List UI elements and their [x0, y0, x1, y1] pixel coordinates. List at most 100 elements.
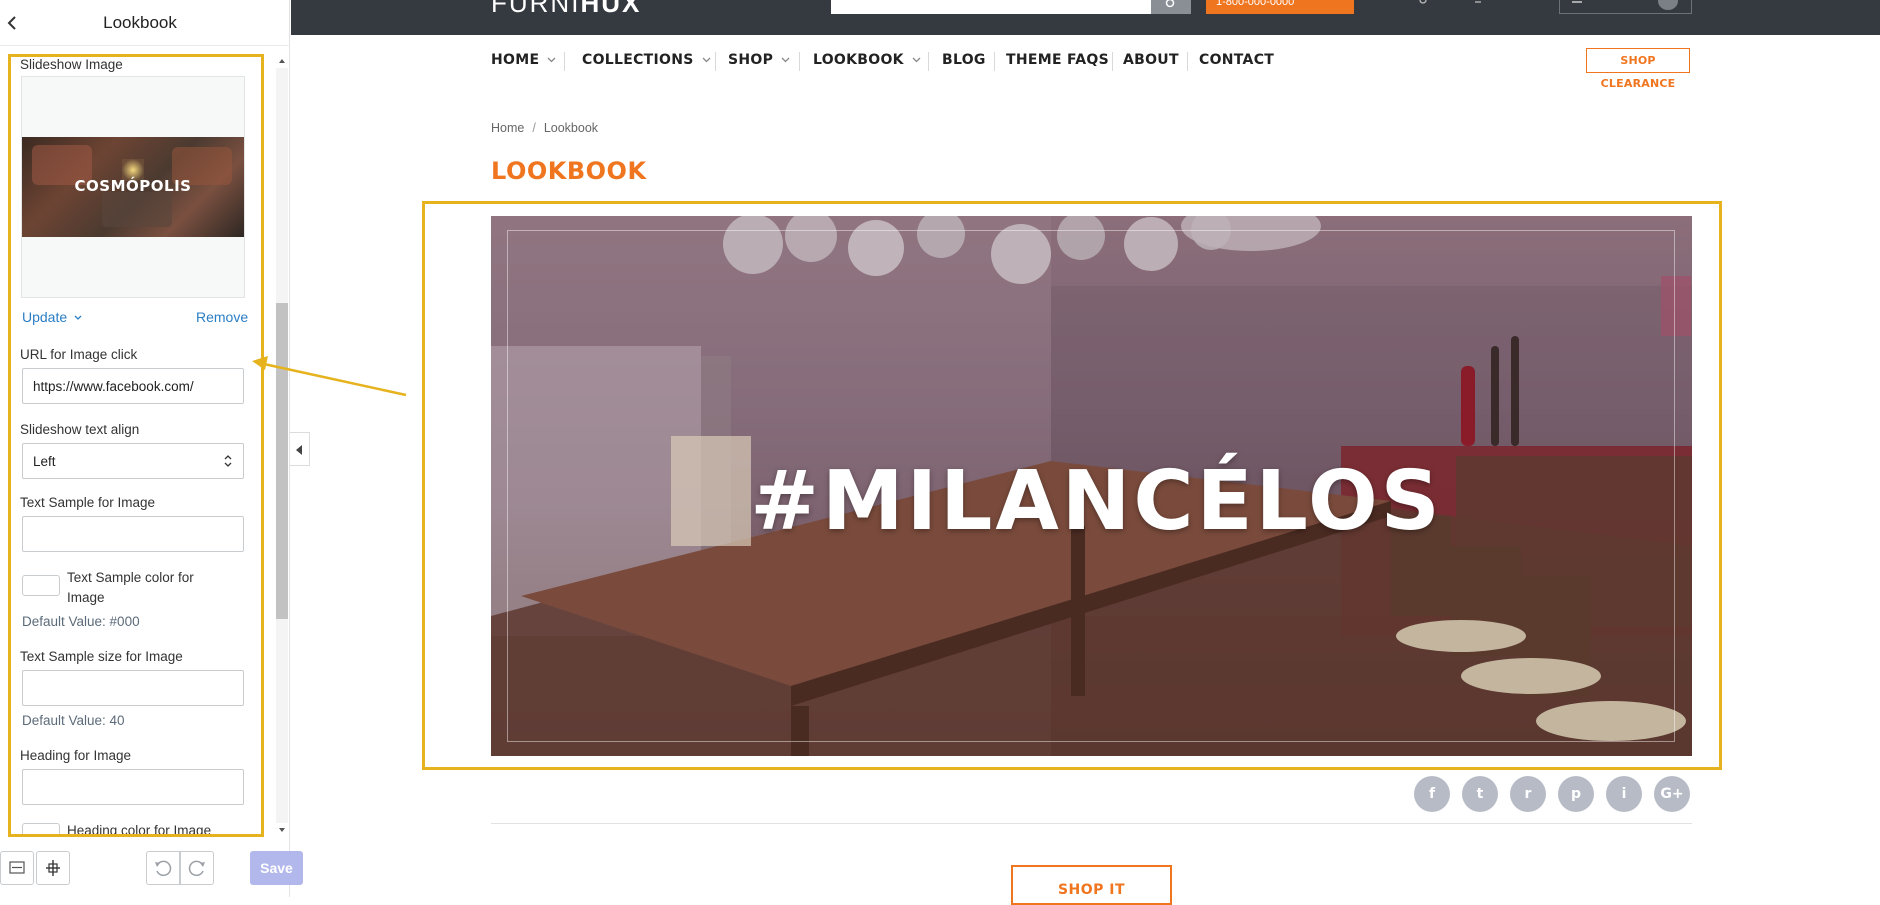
slideshow-settings-panel: Slideshow Image COSMÓPOLIS Update Remove… — [8, 54, 264, 837]
nav-item-blog[interactable]: BLOG — [942, 52, 986, 68]
text-color-label: Text Sample color for Image — [67, 570, 194, 605]
nav-item-theme-faqs[interactable]: THEME FAQS — [1006, 52, 1109, 68]
sidebar-header: Lookbook — [0, 0, 290, 46]
nav-divider — [928, 52, 929, 71]
scroll-down-icon[interactable] — [277, 825, 287, 835]
nav-divider — [1112, 52, 1113, 71]
breadcrumb-separator: / — [532, 121, 536, 135]
redo-icon — [188, 860, 205, 877]
chevron-down-icon — [912, 57, 921, 63]
breadcrumb: Home / Lookbook — [491, 121, 598, 135]
text-sample-label: Text Sample for Image — [20, 495, 156, 510]
phone-number: 1-800-000-0000 — [1216, 0, 1295, 8]
cart-icon — [1572, 1, 1582, 3]
heading-color-label: Heading color for Image — [67, 823, 212, 837]
store-main-nav: HOME COLLECTIONS SHOP LOOKBOOK BLOG THEM… — [291, 36, 1880, 90]
heading-input[interactable] — [22, 769, 244, 805]
instagram-icon[interactable]: i — [1606, 776, 1642, 812]
url-label: URL for Image click — [20, 347, 138, 362]
nav-item-collections[interactable]: COLLECTIONS — [582, 52, 711, 68]
search-button[interactable] — [1151, 0, 1191, 14]
caret-left-icon — [296, 445, 302, 455]
slideshow-image-label: Slideshow Image — [20, 57, 123, 72]
store-logo[interactable]: FURNIHUX — [491, 0, 641, 19]
nav-label: LOOKBOOK — [813, 52, 904, 68]
text-sample-input[interactable] — [22, 516, 244, 552]
twitter-icon[interactable]: t — [1462, 776, 1498, 812]
update-label: Update — [22, 309, 68, 325]
lookbook-hero-image[interactable]: #MILANCÉLOS — [491, 216, 1692, 756]
google-plus-icon[interactable]: G+ — [1654, 776, 1690, 812]
nav-label: ABOUT — [1123, 52, 1179, 68]
update-image-link[interactable]: Update — [22, 309, 82, 325]
text-align-label: Slideshow text align — [20, 422, 140, 437]
nav-label: SHOP — [728, 52, 774, 68]
cursor-select-icon — [46, 860, 60, 876]
logo-bold-text: HUX — [580, 0, 642, 18]
sidebar-title: Lookbook — [103, 13, 177, 32]
url-input[interactable] — [22, 368, 244, 404]
rss-icon[interactable]: r — [1510, 776, 1546, 812]
undo-icon — [155, 860, 172, 877]
store-search-input[interactable] — [831, 0, 1151, 14]
nav-label: HOME — [491, 52, 540, 68]
nav-divider — [799, 52, 800, 71]
phone-button[interactable]: 1-800-000-0000 — [1206, 0, 1354, 14]
sidebar-footer: Save — [0, 845, 303, 897]
pinterest-icon[interactable]: p — [1558, 776, 1594, 812]
slideshow-thumbnail: COSMÓPOLIS — [22, 137, 244, 237]
scroll-up-icon[interactable] — [277, 56, 287, 66]
annotation-arrow — [252, 356, 407, 397]
account-icon[interactable] — [1417, 0, 1429, 6]
text-size-label: Text Sample size for Image — [20, 649, 183, 664]
store-topbar: FURNIHUX 1-800-000-0000 — [291, 0, 1880, 35]
hero-title: #MILANCÉLOS — [750, 454, 1443, 549]
breadcrumb-home-link[interactable]: Home — [491, 121, 524, 135]
inspector-button[interactable] — [36, 851, 70, 885]
nav-item-home[interactable]: HOME — [491, 52, 556, 68]
cart-button[interactable] — [1559, 0, 1692, 14]
collapse-sidebar-button[interactable] — [290, 432, 310, 466]
shop-clearance-button[interactable]: SHOP CLEARANCE — [1586, 48, 1690, 90]
section-divider — [491, 823, 1692, 824]
text-size-input[interactable] — [22, 670, 244, 706]
chevron-down-icon — [702, 57, 711, 63]
text-align-select[interactable]: Left — [22, 443, 244, 479]
cart-count-badge — [1658, 0, 1678, 10]
nav-divider — [994, 52, 995, 71]
chevron-down-icon — [781, 57, 790, 63]
nav-label: THEME FAQS — [1006, 52, 1109, 68]
nav-item-contact[interactable]: CONTACT — [1199, 52, 1274, 68]
heading-label: Heading for Image — [20, 748, 132, 763]
heading-color-swatch[interactable] — [22, 823, 60, 834]
redo-button[interactable] — [180, 851, 214, 885]
toggle-width-button[interactable] — [0, 851, 34, 885]
thumbnail-caption: COSMÓPOLIS — [74, 177, 192, 195]
nav-item-shop[interactable]: SHOP — [728, 52, 790, 68]
nav-item-about[interactable]: ABOUT — [1123, 52, 1179, 68]
nav-divider — [1187, 52, 1188, 71]
slideshow-image-preview[interactable]: COSMÓPOLIS — [21, 76, 245, 298]
theme-editor-sidebar: Lookbook Slideshow Image COSMÓPOLIS Upda… — [0, 0, 303, 897]
facebook-icon[interactable]: f — [1414, 776, 1450, 812]
breadcrumb-current: Lookbook — [543, 121, 599, 135]
save-button[interactable]: Save — [250, 851, 303, 885]
undo-button[interactable] — [146, 851, 180, 885]
text-size-default: Default Value: 40 — [22, 713, 125, 728]
page-title: LOOKBOOK — [491, 157, 647, 185]
nav-label: COLLECTIONS — [582, 52, 694, 68]
sidebar-scrollbar[interactable] — [274, 54, 288, 837]
chevron-down-icon — [74, 315, 82, 321]
wishlist-icon[interactable] — [1472, 0, 1484, 6]
nav-item-lookbook[interactable]: LOOKBOOK — [813, 52, 921, 68]
chevron-down-icon — [547, 57, 556, 63]
text-color-swatch[interactable] — [22, 575, 60, 596]
shop-it-button[interactable]: SHOP IT — [1011, 865, 1172, 905]
nav-divider — [715, 52, 716, 71]
text-color-default: Default Value: #000 — [22, 614, 140, 629]
expand-horizontal-icon — [9, 861, 25, 874]
remove-image-link[interactable]: Remove — [196, 309, 248, 325]
logo-light-text: FURNI — [491, 0, 581, 18]
nav-label: BLOG — [942, 52, 986, 68]
search-icon — [1165, 0, 1175, 8]
